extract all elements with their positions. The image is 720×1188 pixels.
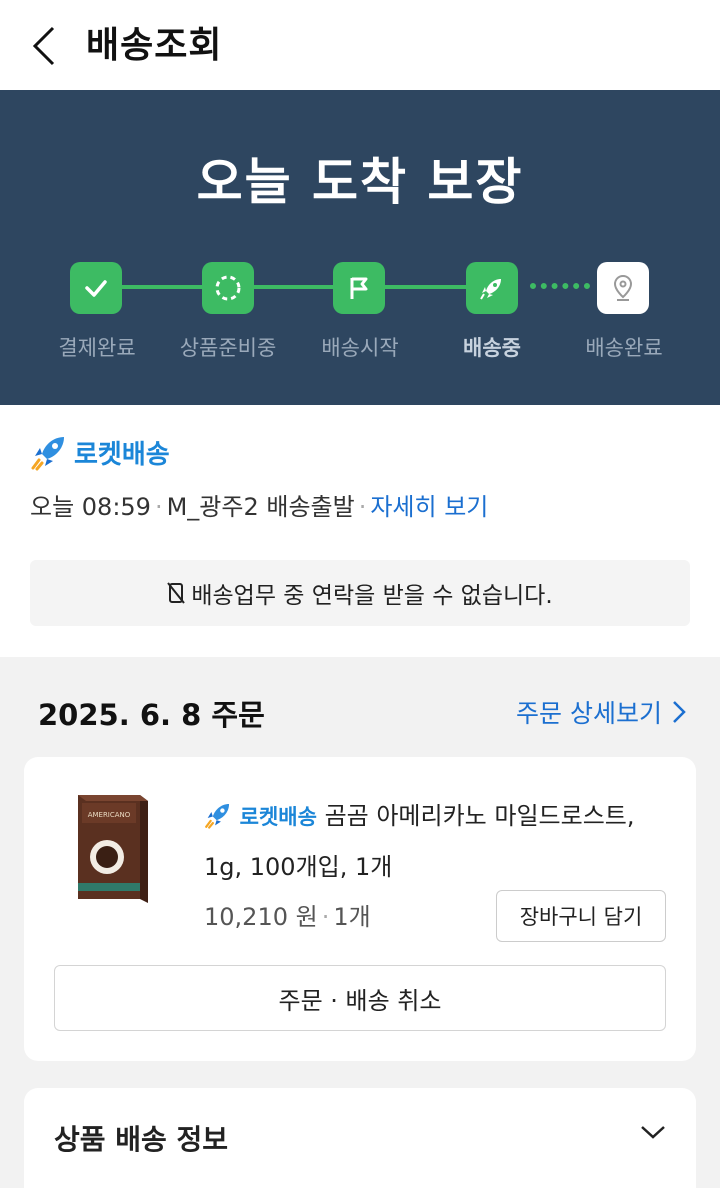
step-preparing: [202, 262, 254, 314]
step-shipping-started: [333, 262, 385, 314]
delivery-time: 오늘 08:59: [30, 493, 151, 521]
location-pin-icon: [613, 274, 633, 301]
top-bar: 배송조회: [0, 0, 720, 90]
step-in-transit: [466, 262, 518, 314]
flag-icon: [350, 277, 368, 299]
progress-line-pending: [530, 283, 590, 291]
delivery-location: M_광주2 배송출발: [166, 493, 355, 521]
product-price: 10,210 원: [204, 903, 318, 931]
separator: ·: [321, 903, 330, 931]
delivery-status-card: 로켓배송 오늘 08:59 · M_광주2 배송출발 · 자세히 보기 배송업무 중 연…: [0, 405, 720, 657]
chevron-left-icon: [32, 26, 55, 66]
rocket-delivery-badge: 로켓배송: [30, 433, 170, 471]
page-title: 배송조회: [86, 25, 223, 66]
view-details-link[interactable]: 자세히 보기: [370, 493, 488, 521]
phone-off-icon: [167, 582, 186, 604]
delivery-progress-banner: 오늘 도착 보장 결제완료 상품준비중 배송시작 배송중 배송완료: [0, 90, 720, 405]
delivery-status-line: 오늘 08:59 · M_광주2 배송출발 · 자세히 보기: [30, 487, 488, 522]
separator: ·: [358, 493, 367, 521]
thumb-label: AMERICANO: [88, 811, 131, 819]
chevron-down-icon[interactable]: [640, 1124, 666, 1140]
step-label-in-transit: 배송중: [463, 336, 521, 360]
rocket-delivery-label: 로켓배송: [74, 439, 170, 470]
cancel-order-button[interactable]: 주문 · 배송 취소: [54, 965, 666, 1031]
separator: ·: [154, 493, 163, 521]
add-to-cart-button[interactable]: 장바구니 담기: [496, 890, 666, 942]
product-thumbnail[interactable]: AMERICANO: [72, 787, 154, 907]
contact-notice-text: 배송업무 중 연락을 받을 수 없습니다.: [191, 583, 553, 609]
delivery-guarantee-title: 오늘 도착 보장: [196, 153, 524, 211]
step-delivered: [597, 262, 649, 314]
shipping-info-title: 상품 배송 정보: [54, 1123, 229, 1156]
progress-line: [96, 285, 492, 289]
shipping-info-section[interactable]: 상품 배송 정보: [24, 1088, 696, 1188]
check-icon: [85, 280, 107, 297]
circle-progress-icon: [215, 275, 241, 301]
product-card: AMERICANO 로켓배송 곰곰 아메리카노 마일드로스트, 1g, 100개…: [24, 757, 696, 1061]
price-line: 10,210 원 · 1개: [204, 897, 371, 932]
order-detail-link[interactable]: 주문 상세보기: [516, 694, 686, 730]
step-label-preparing: 상품준비중: [179, 336, 277, 360]
rocket-icon: [205, 803, 230, 829]
rocket-icon: [480, 279, 501, 300]
step-label-delivered: 배송완료: [585, 336, 663, 360]
step-label-started: 배송시작: [321, 336, 399, 360]
step-label-payment: 결제완료: [58, 336, 136, 360]
back-button[interactable]: [24, 22, 64, 70]
product-rocket-badge: 로켓배송: [239, 805, 317, 829]
order-detail-label: 주문 상세보기: [516, 699, 662, 728]
product-quantity: 1개: [333, 903, 371, 931]
rocket-icon: [31, 437, 64, 471]
order-date: 2025. 6. 8 주문: [38, 698, 265, 732]
chevron-right-icon: [673, 701, 686, 723]
step-payment-complete: [70, 262, 122, 314]
contact-notice: 배송업무 중 연락을 받을 수 없습니다.: [30, 560, 690, 626]
product-name-block[interactable]: 로켓배송 곰곰 아메리카노 마일드로스트, 1g, 100개입, 1개: [204, 791, 664, 892]
